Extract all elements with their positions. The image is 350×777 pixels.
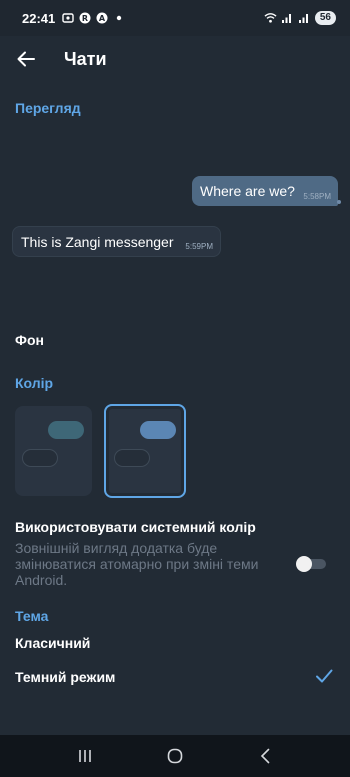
status-right-icons: 56 [264,11,336,25]
app-bar: Чати [0,36,350,82]
theme-option-dark[interactable]: Темний режим [15,669,115,685]
theme-option-classic[interactable]: Класичний [15,635,90,651]
outgoing-message-text: Where are we? [200,183,295,199]
signal-icon [281,12,294,25]
dot-icon [112,12,125,25]
back-nav-button[interactable] [245,736,285,776]
outgoing-message-time: 5:58PM [303,192,331,201]
arrow-left-icon [17,51,35,67]
incoming-message-time: 5:59PM [185,242,213,251]
back-button[interactable] [0,36,52,82]
recents-icon [79,750,91,762]
color-swatch-teal[interactable] [15,406,92,496]
status-left-icons: R A [61,12,125,25]
incoming-message-bubble: This is Zangi messenger 5:59PM [12,226,221,257]
incoming-message-text: This is Zangi messenger [21,233,174,250]
system-nav-bar [0,735,350,777]
system-color-description: Зовнішній вигляд додатка буде змінюватис… [15,540,259,588]
outgoing-message-bubble: Where are we? 5:58PM [192,176,338,206]
screen-record-icon [61,12,74,25]
swatch-outgoing-preview [48,421,84,439]
svg-text:R: R [82,14,88,23]
swatch-outgoing-preview [140,421,176,439]
swatch-incoming-preview [114,449,150,467]
toggle-knob [296,556,312,572]
system-color-title: Використовувати системний колір [15,519,256,535]
system-color-toggle[interactable] [296,556,326,572]
bubble-tail-dot [337,200,341,204]
signal-icon [298,12,311,25]
chevron-left-icon [260,748,270,764]
color-swatch-blue[interactable] [104,404,186,498]
home-button[interactable] [155,736,195,776]
status-bar: 22:41 R A 56 [0,0,350,36]
status-time: 22:41 [22,10,56,26]
color-header: Колір [15,375,54,391]
svg-text:A: A [99,14,106,23]
wifi-icon [264,12,277,25]
r-app-icon: R [78,12,91,25]
preview-header: Перегляд [15,100,81,116]
page-title: Чати [64,48,107,69]
battery-level: 56 [314,11,336,25]
recent-apps-button[interactable] [65,736,105,776]
swatch-incoming-preview [22,449,58,467]
checkmark-icon [316,669,333,683]
home-icon [167,748,183,764]
a-app-icon: A [95,12,108,25]
background-setting[interactable]: Фон [15,332,44,348]
theme-header: Тема [15,608,49,624]
